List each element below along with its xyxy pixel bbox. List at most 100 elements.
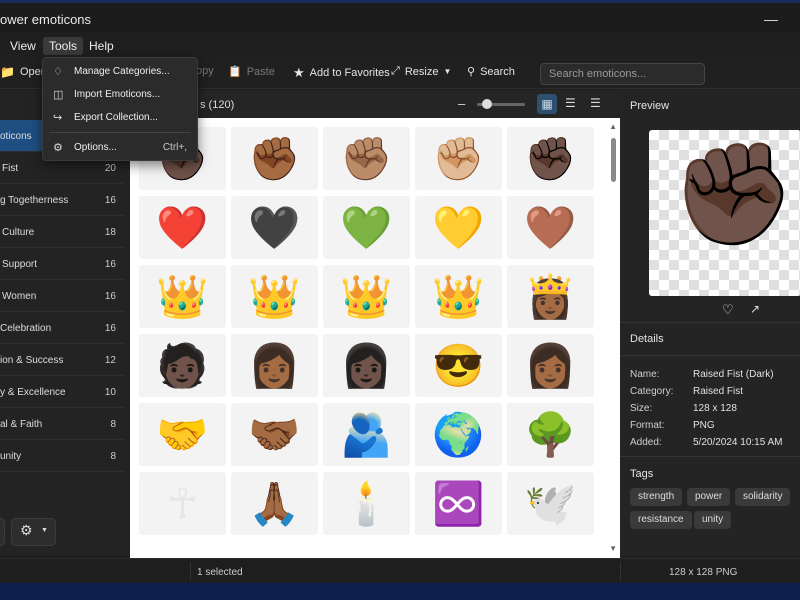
heart-icon[interactable]: ♡ bbox=[722, 302, 734, 318]
menu-item-options[interactable]: ⚙ Options... Ctrl+, bbox=[43, 137, 197, 159]
search-icon: ⚲ bbox=[467, 66, 476, 78]
emoticon-cell[interactable]: 💛 bbox=[415, 196, 502, 259]
menu-item-export-collection[interactable]: ↪ Export Collection... bbox=[43, 107, 197, 129]
scroll-down-icon[interactable]: ▼ bbox=[609, 544, 617, 553]
minimize-icon[interactable]: — bbox=[764, 11, 778, 27]
search-input[interactable] bbox=[540, 63, 705, 85]
list-view-icon[interactable]: ☰ bbox=[565, 96, 576, 110]
emoticon-image: ♾️ bbox=[432, 479, 485, 527]
emoticon-image: ✊🏾 bbox=[248, 134, 301, 182]
sidebar-item[interactable]: Support 16 bbox=[0, 248, 124, 280]
sidebar-item[interactable]: Celebration 16 bbox=[0, 312, 124, 344]
resize-button[interactable]: ⤢ Resize ▼ bbox=[391, 65, 451, 78]
emoticon-cell[interactable]: 🌳 bbox=[507, 403, 594, 466]
emoticon-cell[interactable]: 😎 bbox=[415, 334, 502, 397]
emoticon-cell[interactable]: 👸🏾 bbox=[507, 265, 594, 328]
sidebar-item[interactable]: unity 8 bbox=[0, 440, 124, 472]
menu-help[interactable]: Help bbox=[83, 37, 120, 55]
emoticon-cell[interactable]: 🧑🏿 bbox=[139, 334, 226, 397]
detail-key: Format: bbox=[630, 420, 665, 431]
tag-chip[interactable]: solidarity bbox=[735, 488, 791, 506]
emoticon-cell[interactable]: 👑 bbox=[139, 265, 226, 328]
preview-panel: Preview ✊🏿 ♡ ↗ Details Name: Raised Fist… bbox=[620, 90, 800, 555]
emoticon-cell[interactable]: 👑 bbox=[231, 265, 318, 328]
menu-view[interactable]: View bbox=[4, 37, 42, 55]
zoom-slider-thumb[interactable] bbox=[482, 99, 492, 109]
copy-button[interactable]: opy bbox=[196, 65, 214, 77]
emoticon-cell[interactable]: 🤎 bbox=[507, 196, 594, 259]
emoticon-cell[interactable]: ✊🏼 bbox=[415, 127, 502, 190]
menu-item-import-emoticons[interactable]: ◫ Import Emoticons... bbox=[43, 84, 197, 106]
zoom-slider[interactable] bbox=[477, 99, 525, 109]
folder-icon: 📁 bbox=[0, 65, 15, 79]
detail-value: 128 x 128 bbox=[693, 403, 737, 414]
sidebar-item[interactable]: g Togetherness 16 bbox=[0, 184, 124, 216]
menu-item-manage-categories[interactable]: ♢ Manage Categories... bbox=[43, 61, 197, 83]
emoticon-cell[interactable]: ❤️ bbox=[139, 196, 226, 259]
zoom-out-icon[interactable]: – bbox=[458, 96, 465, 111]
details-view-icon[interactable]: ☰ bbox=[590, 96, 601, 110]
chevron-down-icon: ▼ bbox=[41, 527, 48, 534]
paste-button[interactable]: 📋 Paste bbox=[228, 65, 275, 79]
emoticon-cell[interactable]: 🖤 bbox=[231, 196, 318, 259]
sidebar-item[interactable]: y & Excellence 10 bbox=[0, 376, 124, 408]
emoticon-cell[interactable]: ♾️ bbox=[415, 472, 502, 535]
emoticon-cell[interactable]: 🕯️ bbox=[323, 472, 410, 535]
emoticon-image: 👩🏾 bbox=[524, 341, 577, 389]
search-button[interactable]: ⚲ Search bbox=[467, 65, 515, 79]
emoticon-cell[interactable]: ✊🏾 bbox=[231, 127, 318, 190]
emoticon-cell[interactable]: 🌍 bbox=[415, 403, 502, 466]
menu-bar: View Tools Help bbox=[0, 33, 800, 59]
emoticon-image: 🙏🏾 bbox=[248, 479, 301, 527]
emoticon-cell[interactable]: 💚 bbox=[323, 196, 410, 259]
emoticon-image: 🖤 bbox=[248, 203, 301, 251]
emoticon-cell[interactable]: 🫂 bbox=[323, 403, 410, 466]
emoticon-cell[interactable]: 👑 bbox=[323, 265, 410, 328]
add-category-button[interactable] bbox=[0, 518, 5, 546]
emoticon-cell[interactable]: 🤝 bbox=[139, 403, 226, 466]
image-info-status: 128 x 128 PNG bbox=[669, 567, 738, 578]
app-window: ower emoticons — View Tools Help 📁 Open … bbox=[0, 3, 800, 583]
emoticon-cell[interactable]: 👩🏾 bbox=[507, 334, 594, 397]
tag-chip[interactable]: unity bbox=[694, 511, 732, 529]
emoticon-image: 🤝🏾 bbox=[248, 410, 301, 458]
export-icon: ↪ bbox=[53, 112, 63, 124]
add-to-favorites-button[interactable]: ★ Add to Favorites bbox=[293, 65, 390, 81]
grid-view-icon[interactable]: ▦ bbox=[537, 94, 557, 114]
menu-tools[interactable]: Tools bbox=[43, 37, 84, 55]
menu-separator bbox=[49, 132, 191, 133]
sidebar-item[interactable]: al & Faith 8 bbox=[0, 408, 124, 440]
sidebar-item[interactable]: oticons bbox=[0, 120, 42, 152]
tag-chip[interactable]: strength bbox=[630, 488, 683, 506]
emoticon-cell[interactable]: 🙏🏾 bbox=[231, 472, 318, 535]
emoticon-image: ☥ bbox=[166, 479, 199, 527]
import-icon: ◫ bbox=[53, 89, 64, 101]
emoticon-count: s (120) bbox=[200, 99, 235, 111]
emoticon-image: 🤝 bbox=[156, 410, 209, 458]
emoticon-cell[interactable]: ☥ bbox=[139, 472, 226, 535]
settings-button[interactable]: ⚙ ▼ bbox=[11, 518, 56, 546]
sidebar-item[interactable]: Women 16 bbox=[0, 280, 124, 312]
sidebar-item[interactable]: ion & Success 12 bbox=[0, 344, 124, 376]
tag-chip[interactable]: resistance bbox=[630, 511, 692, 529]
gear-icon: ⚙ bbox=[20, 522, 33, 538]
emoticon-cell[interactable]: 👩🏾 bbox=[231, 334, 318, 397]
tag-chip[interactable]: power bbox=[687, 488, 731, 506]
share-icon[interactable]: ↗ bbox=[750, 302, 760, 316]
emoticon-cell[interactable]: 👩🏿 bbox=[323, 334, 410, 397]
scrollbar[interactable] bbox=[611, 138, 616, 182]
emoticon-cell[interactable]: ✊🏽 bbox=[323, 127, 410, 190]
tag-icon: ♢ bbox=[53, 66, 63, 78]
scroll-up-icon[interactable]: ▲ bbox=[609, 122, 617, 131]
emoticon-cell[interactable]: ✊🏿 bbox=[507, 127, 594, 190]
emoticon-cell[interactable]: 🤝🏾 bbox=[231, 403, 318, 466]
open-button[interactable]: 📁 Open bbox=[0, 65, 47, 79]
emoticon-cell[interactable]: 👑 bbox=[415, 265, 502, 328]
emoticon-image: 👑 bbox=[156, 272, 209, 320]
emoticon-image: 👑 bbox=[432, 272, 485, 320]
emoticon-cell[interactable]: 🕊️ bbox=[507, 472, 594, 535]
emoticon-image: 👑 bbox=[248, 272, 301, 320]
preview-image: ✊🏿 bbox=[649, 130, 800, 296]
emoticon-image: 👑 bbox=[340, 272, 393, 320]
sidebar-item[interactable]: Culture 18 bbox=[0, 216, 124, 248]
